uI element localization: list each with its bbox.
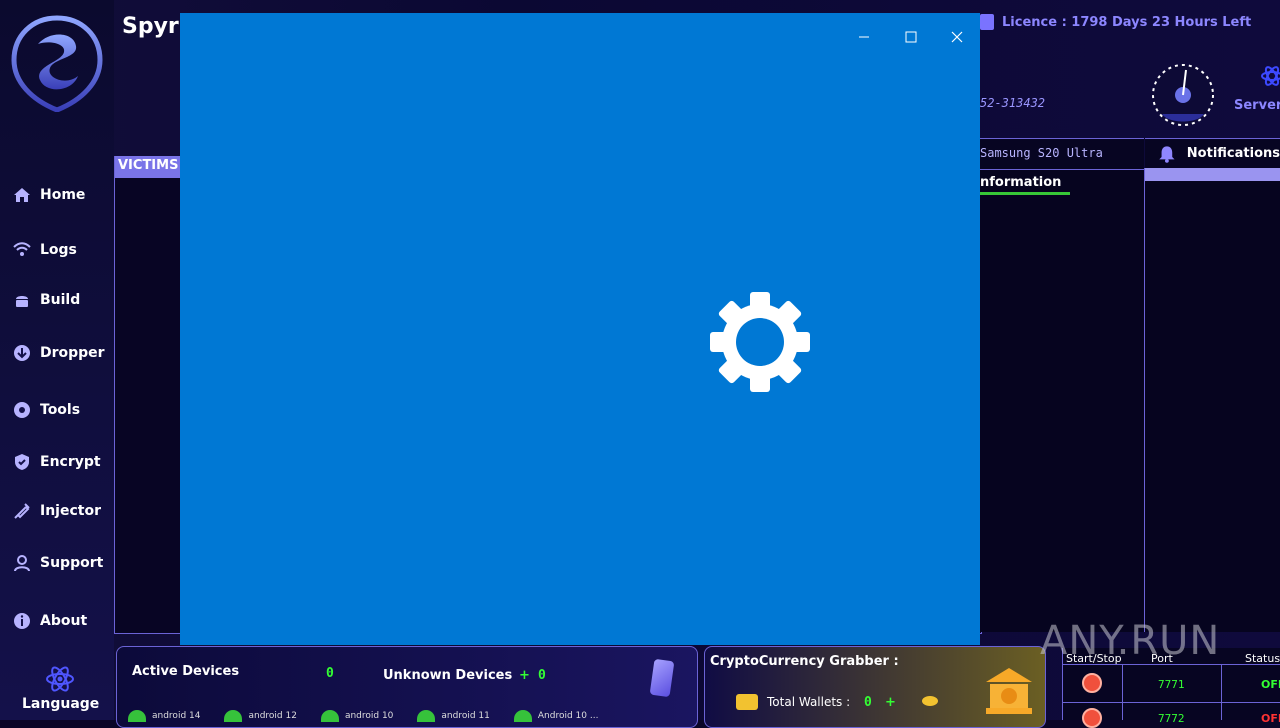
port-value: 7772 (1158, 712, 1185, 725)
unknown-devices-plus: + (519, 668, 530, 683)
active-devices-count: 0 (326, 666, 334, 681)
list-item: Android 10 ... (513, 710, 598, 722)
status-value: OFF (1261, 678, 1280, 691)
loading-overlay-window (180, 13, 980, 645)
sidebar: Home Logs Build Dropper Tools Encrypt In… (0, 0, 114, 720)
close-icon[interactable] (949, 29, 965, 45)
maximize-icon[interactable] (903, 29, 919, 45)
android-icon (320, 710, 339, 722)
sidebar-item-logs[interactable]: Logs (12, 240, 77, 260)
list-item: android 11 (417, 710, 490, 722)
download-icon (14, 345, 30, 361)
sidebar-item-about[interactable]: About (12, 611, 87, 631)
speedometer-icon (1152, 64, 1214, 126)
wifi-icon (13, 242, 31, 256)
anyrun-watermark: ANY.RUN (1040, 618, 1221, 664)
gear-icon (710, 292, 810, 392)
android-icon (513, 710, 532, 722)
total-wallets-plus: + (885, 695, 896, 710)
sidebar-item-label: Dropper (40, 345, 105, 361)
sidebar-item-home[interactable]: Home (12, 185, 85, 205)
licence-info: Licence : 1798 Days 23 Hours Left (980, 14, 1251, 30)
dragon-logo-icon (11, 15, 103, 112)
bell-icon (1159, 145, 1175, 163)
sidebar-item-label: Build (40, 292, 81, 308)
sidebar-item-label: About (40, 613, 88, 629)
device-info-panel (980, 168, 1145, 632)
table-divider (1122, 664, 1123, 720)
total-wallets-label: Total Wallets : (767, 695, 851, 709)
serial-number: 52-313432 (980, 96, 1046, 110)
sidebar-item-label: Encrypt (40, 454, 101, 470)
book-icon (980, 14, 994, 30)
victims-tab[interactable]: VICTIMS (115, 156, 182, 178)
android-icon (417, 710, 436, 722)
information-tab[interactable]: nformation (980, 175, 1061, 190)
tools-icon (14, 402, 30, 418)
android-version-list: android 14 android 12 android 10 android… (128, 710, 598, 722)
sidebar-item-tools[interactable]: Tools (12, 400, 80, 420)
syringe-icon (14, 503, 30, 519)
notifications-header: Notifications (1145, 138, 1280, 168)
crypto-grabber-title: CryptoCurrency Grabber : (710, 654, 899, 669)
list-item: android 10 (320, 710, 393, 722)
port-value: 7771 (1158, 678, 1185, 691)
atom-icon (46, 666, 74, 692)
server-atom-icon (1261, 66, 1280, 86)
sidebar-item-label: Logs (40, 242, 77, 258)
table-divider (1062, 702, 1280, 703)
language-button[interactable]: Language (22, 664, 100, 712)
status-value: OFF (1261, 712, 1280, 725)
bank-icon (986, 668, 1032, 714)
shield-icon (15, 454, 29, 470)
support-icon (14, 555, 30, 572)
unknown-devices-count: 0 (538, 668, 546, 683)
android-icon (16, 296, 28, 307)
sidebar-item-label: Support (40, 555, 104, 571)
sidebar-item-label: Tools (40, 402, 81, 418)
power-icon[interactable] (1082, 708, 1102, 728)
list-item: android 14 (128, 710, 200, 722)
notifications-label: Notifications (1186, 146, 1280, 161)
app-title: Spyr (122, 14, 179, 39)
language-label: Language (22, 696, 100, 712)
home-icon (14, 188, 30, 202)
active-devices-label: Active Devices (132, 664, 240, 679)
list-item: android 12 (224, 710, 297, 722)
eye-icon[interactable] (922, 696, 938, 706)
sidebar-item-dropper[interactable]: Dropper (12, 343, 105, 363)
info-icon (14, 613, 30, 629)
table-divider (1221, 664, 1222, 720)
sidebar-item-encrypt[interactable]: Encrypt (12, 452, 101, 472)
total-wallets-count: 0 (864, 695, 872, 710)
sidebar-item-label: Injector (40, 503, 101, 519)
selected-device-name: Samsung S20 Ultra (980, 146, 1103, 160)
sidebar-item-label: Home (40, 187, 86, 203)
sidebar-item-injector[interactable]: Injector (12, 501, 101, 521)
information-tab-underline (980, 192, 1070, 195)
minimize-icon[interactable] (856, 29, 872, 45)
table-divider (1062, 664, 1280, 665)
android-icon (128, 710, 146, 722)
android-icon (224, 710, 243, 722)
wallet-icon (736, 694, 758, 710)
server-label: Server (1234, 98, 1280, 113)
power-icon[interactable] (1082, 673, 1102, 693)
sidebar-item-build[interactable]: Build (12, 290, 80, 310)
notifications-bar (1145, 168, 1280, 181)
notifications-list (1145, 181, 1280, 632)
unknown-devices-label: Unknown Devices (383, 668, 513, 683)
licence-text: Licence : 1798 Days 23 Hours Left (1002, 14, 1252, 30)
sidebar-item-support[interactable]: Support (12, 553, 103, 573)
